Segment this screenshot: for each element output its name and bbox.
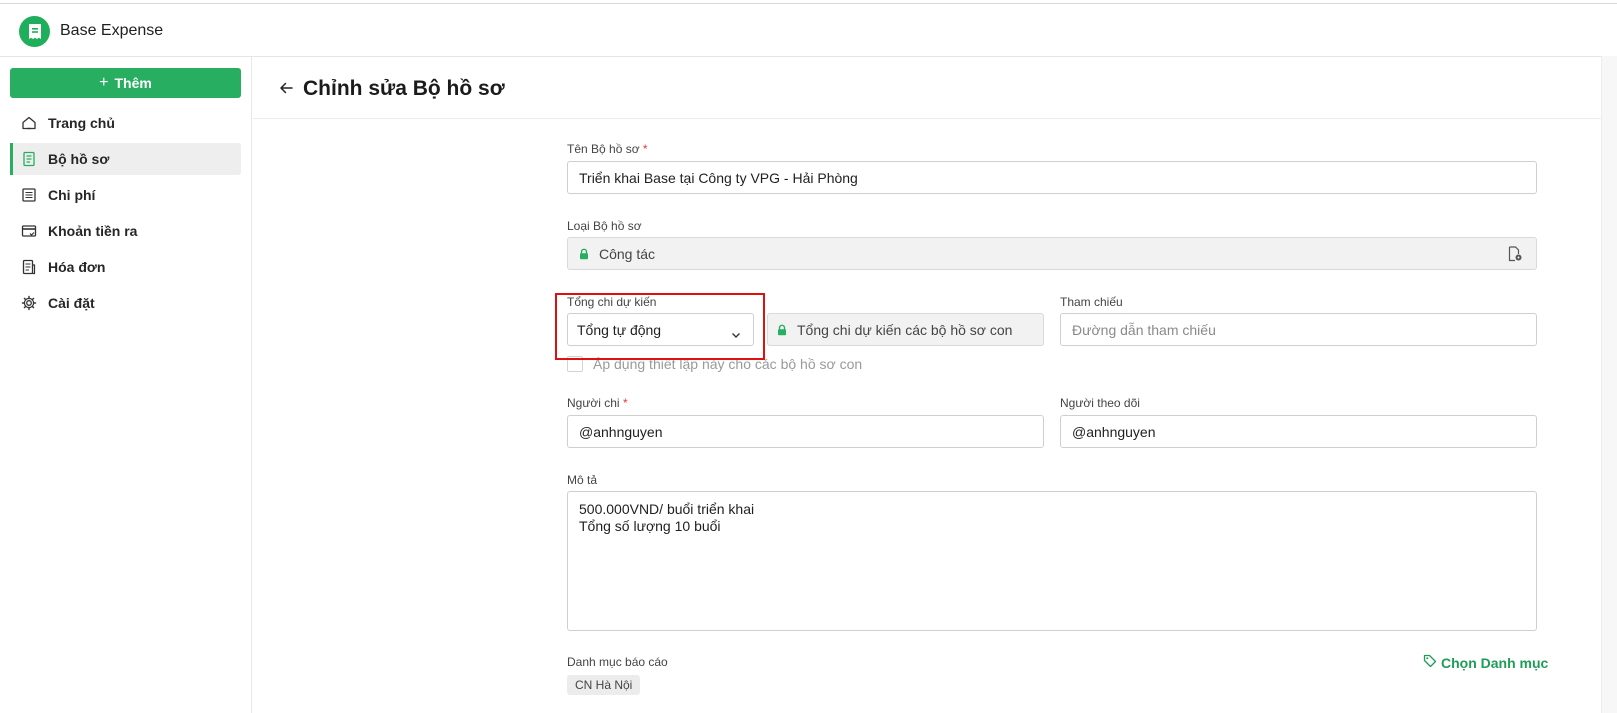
report-category-label: Danh mục báo cáo (567, 655, 668, 669)
spender-label: Người chi * (567, 396, 628, 410)
sidebar-item-label: Cài đặt (48, 295, 95, 311)
sidebar-item-label: Khoản tiền ra (48, 223, 138, 239)
name-input-value: Triển khai Base tại Công ty VPG - Hải Ph… (579, 169, 858, 186)
sidebar-item-label: Trang chủ (48, 115, 115, 131)
sidebar-item-outflows[interactable]: Khoản tiền ra (10, 215, 241, 247)
plus-icon: + (99, 74, 109, 91)
tag-icon (1423, 654, 1437, 671)
description-label: Mô tả (567, 473, 598, 487)
active-indicator (10, 143, 13, 175)
type-value: Công tác (599, 245, 656, 262)
follower-label: Người theo dõi (1060, 396, 1140, 410)
sidebar-item-label: Chi phí (48, 187, 96, 203)
description-textarea[interactable]: 500.000VND/ buổi triển khai Tổng số lượn… (567, 491, 1537, 631)
choose-category-button[interactable]: Chọn Danh mục (1423, 654, 1548, 671)
expected-total-locked-field: Tổng chi dự kiến các bộ hồ sơ con (767, 313, 1044, 346)
spender-input[interactable]: @anhnguyen (567, 415, 1044, 448)
sidebar-item-expenses[interactable]: Chi phí (10, 179, 241, 211)
file-settings-icon[interactable] (1508, 246, 1522, 265)
card-check-icon (20, 222, 38, 240)
sidebar-item-documents[interactable]: Bộ hồ sơ (10, 143, 241, 175)
add-button-label: Thêm (114, 75, 152, 91)
list-icon (20, 186, 38, 204)
description-line: 500.000VND/ buổi triển khai (579, 501, 755, 517)
reference-input[interactable]: Đường dẫn tham chiếu (1060, 313, 1537, 346)
required-mark: * (642, 142, 648, 156)
highlight-box (555, 293, 765, 360)
name-input[interactable]: Triển khai Base tại Công ty VPG - Hải Ph… (567, 161, 1537, 194)
follower-input[interactable]: @anhnguyen (1060, 415, 1537, 448)
sidebar-item-settings[interactable]: Cài đặt (10, 287, 241, 319)
gear-icon (20, 294, 38, 312)
scrollbar[interactable] (1601, 56, 1617, 713)
lock-icon (777, 324, 787, 336)
description-line: Tổng số lượng 10 buổi (579, 518, 721, 534)
required-mark: * (622, 396, 628, 410)
page-title-bar: Chỉnh sửa Bộ hồ sơ (253, 57, 1601, 119)
home-icon (20, 114, 38, 132)
app-title: Base Expense (60, 22, 164, 39)
expected-total-locked-value: Tổng chi dự kiến các bộ hồ sơ con (797, 321, 1013, 338)
choose-category-label: Chọn Danh mục (1441, 654, 1549, 671)
add-button[interactable]: + Thêm (10, 68, 241, 98)
back-arrow-icon[interactable] (279, 81, 293, 100)
document-icon (20, 150, 38, 168)
spender-value: @anhnguyen (579, 423, 663, 440)
type-field: Công tác (567, 237, 1537, 270)
spender-label-text: Người chi (567, 396, 620, 410)
category-tag[interactable]: CN Hà Nội (567, 675, 641, 695)
follower-value: @anhnguyen (1072, 423, 1156, 440)
reference-placeholder: Đường dẫn tham chiếu (1072, 321, 1216, 338)
name-label-text: Tên Bộ hồ sơ (567, 142, 640, 156)
sidebar-item-label: Hóa đơn (48, 259, 106, 275)
reference-label: Tham chiếu (1060, 295, 1123, 309)
page-title: Chỉnh sửa Bộ hồ sơ (303, 77, 505, 100)
app-header: Base Expense (0, 4, 1617, 57)
lock-icon (579, 248, 589, 260)
sidebar-item-label: Bộ hồ sơ (48, 151, 110, 167)
category-tag-label: CN Hà Nội (575, 678, 633, 692)
sidebar: + Thêm Trang chủ Bộ hồ sơ Chi phí Khoản … (0, 57, 252, 713)
invoice-icon (20, 258, 38, 276)
sidebar-item-invoices[interactable]: Hóa đơn (10, 251, 241, 283)
sidebar-item-home[interactable]: Trang chủ (10, 107, 241, 139)
name-label: Tên Bộ hồ sơ * (567, 142, 648, 156)
receipt-icon[interactable] (19, 16, 50, 47)
type-label: Loại Bộ hồ sơ (567, 219, 642, 233)
